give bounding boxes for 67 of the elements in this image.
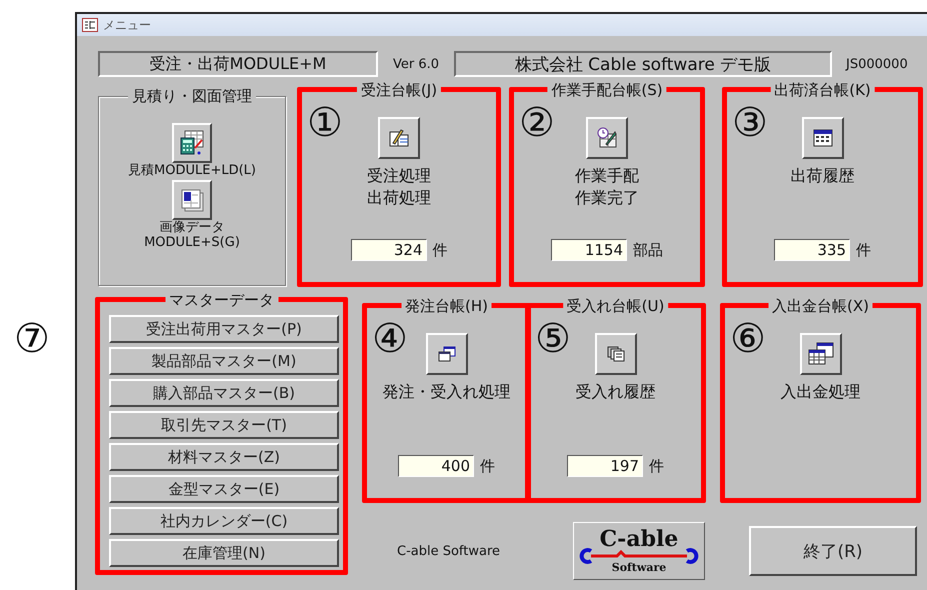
document-icon xyxy=(178,187,205,213)
ledger-label: 受注処理 出荷処理 xyxy=(367,165,431,209)
master-button[interactable]: 在庫管理(N) xyxy=(109,539,339,567)
group-title: マスターデータ xyxy=(165,291,278,309)
count-field: 197 xyxy=(567,455,643,477)
callout-number: ③ xyxy=(732,103,768,143)
ledger-button[interactable] xyxy=(594,333,636,375)
group-title: 出荷済台帳(K) xyxy=(770,81,875,99)
count-field: 324 xyxy=(350,239,426,261)
count-field: 335 xyxy=(774,239,850,261)
form-icon xyxy=(82,18,98,32)
group-title: 発注台帳(H) xyxy=(401,297,492,315)
ledger-button[interactable] xyxy=(802,117,844,159)
stacked-pages-icon xyxy=(606,346,624,362)
master-button[interactable]: 社内カレンダー(C) xyxy=(109,507,339,535)
ledger-button[interactable] xyxy=(586,117,628,159)
module-label: 見積MODULE+LD(L) xyxy=(128,163,256,178)
exit-button[interactable]: 終了(R) xyxy=(749,526,917,576)
ledger-label: 受入れ履歴 xyxy=(576,381,656,403)
count-field: 400 xyxy=(398,455,474,477)
ledger-label: 発注・受入れ処理 xyxy=(382,381,510,403)
calendar-icon xyxy=(812,129,832,147)
callout-number: ⑦ xyxy=(14,319,50,359)
unit-label: 部品 xyxy=(633,240,663,260)
master-button[interactable]: 金型マスター(E) xyxy=(109,475,339,503)
master-button[interactable]: 購入部品マスター(B) xyxy=(109,379,339,407)
module-button[interactable] xyxy=(172,123,212,163)
unit-label: 件 xyxy=(432,240,448,260)
ledger-button[interactable] xyxy=(378,117,420,159)
callout-number: ⑥ xyxy=(730,319,766,359)
group-title: 見積り・図面管理 xyxy=(128,87,256,105)
clock-form-icon xyxy=(596,127,618,149)
callout-number: ④ xyxy=(372,319,408,359)
company-text: C-able Software xyxy=(397,544,502,558)
group-title: 受注台帳(J) xyxy=(356,81,442,99)
ledger-button[interactable] xyxy=(800,333,842,375)
master-button[interactable]: 製品部品マスター(M) xyxy=(109,347,339,375)
logo-subtitle: Software xyxy=(612,562,666,574)
windows-icon xyxy=(438,346,456,362)
master-button[interactable]: 材料マスター(Z) xyxy=(109,443,339,471)
group-title: 受入れ台帳(U) xyxy=(562,297,668,315)
ledger-label: 作業手配 作業完了 xyxy=(575,165,639,209)
unit-label: 件 xyxy=(480,456,495,476)
group-title: 作業手配台帳(S) xyxy=(547,81,667,99)
callout-number: ① xyxy=(307,103,343,143)
master-button[interactable]: 受注出荷用マスター(P) xyxy=(109,315,339,343)
group-title: 入出金台帳(X) xyxy=(768,297,873,315)
callout-number: ⑤ xyxy=(535,319,571,359)
module-button[interactable] xyxy=(172,180,212,220)
calculator-icon xyxy=(179,130,205,156)
tables-icon xyxy=(806,341,834,367)
master-button[interactable]: 取引先マスター(T) xyxy=(109,411,339,439)
unit-label: 件 xyxy=(856,240,871,260)
user-code: JS000000 xyxy=(846,56,908,72)
company-name: 株式会社 Cable software デモ版 xyxy=(454,51,832,77)
ledger-label: 入出金処理 xyxy=(780,381,860,403)
ledger-button[interactable] xyxy=(426,333,468,375)
product-name: 受注・出荷MODULE+M xyxy=(98,51,378,77)
ledger-label: 出荷履歴 xyxy=(790,165,854,187)
window-title: メニュー xyxy=(103,16,151,34)
count-field: 1154 xyxy=(551,239,627,261)
pencil-form-icon xyxy=(388,127,410,149)
module-label: 画像データ MODULE+S(G) xyxy=(144,220,240,250)
logo-title: C-able xyxy=(600,528,678,548)
callout-number: ② xyxy=(519,103,555,143)
version-label: Ver 6.0 xyxy=(392,56,440,72)
unit-label: 件 xyxy=(649,456,664,476)
